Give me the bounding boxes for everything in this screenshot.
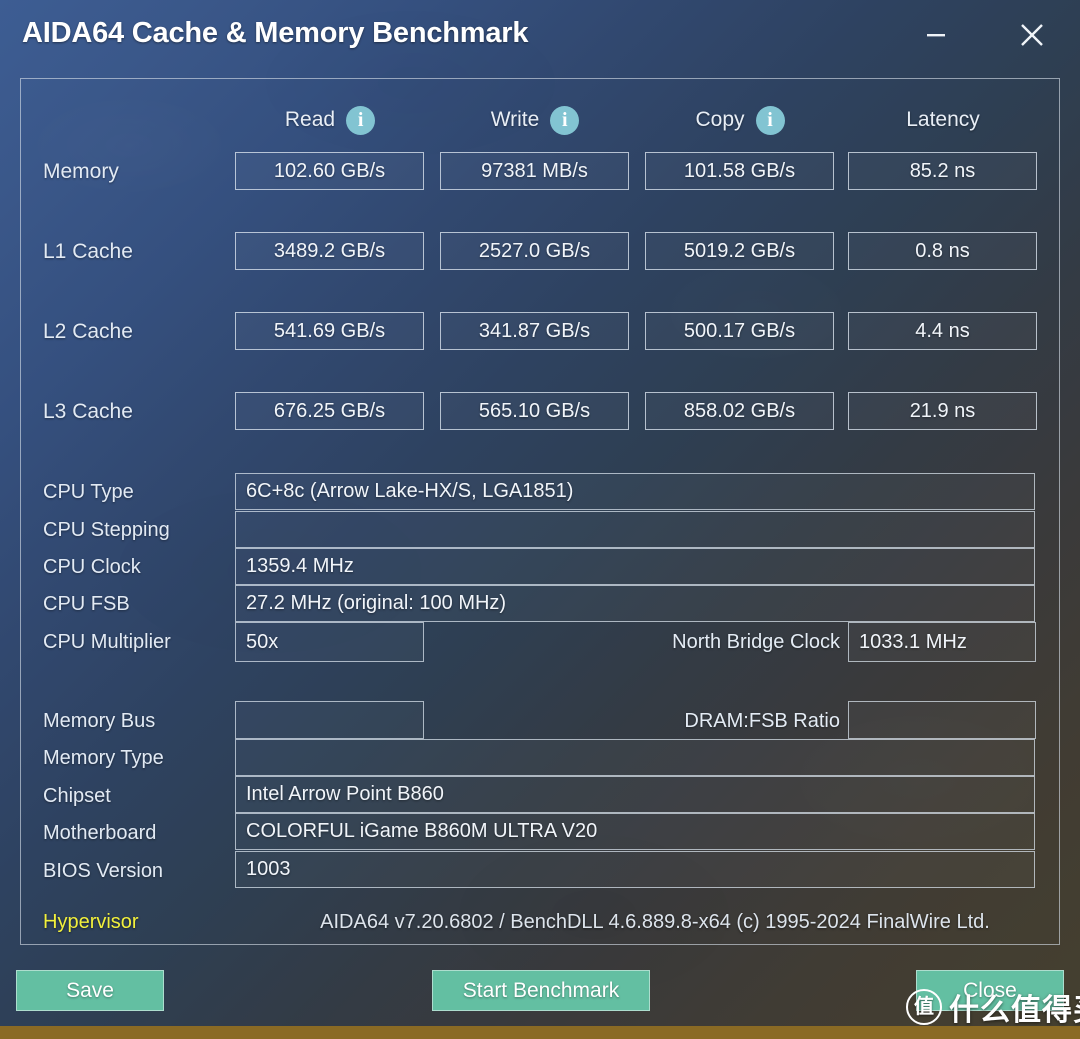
- info-icon-write[interactable]: i: [550, 105, 580, 135]
- start-benchmark-button[interactable]: Start Benchmark: [432, 970, 650, 1011]
- value-l1-latency: 0.8 ns: [848, 232, 1037, 270]
- label-motherboard: Motherboard: [43, 822, 157, 844]
- value-memory-copy: 101.58 GB/s: [645, 152, 834, 190]
- value-chipset: Intel Arrow Point B860: [235, 776, 1035, 813]
- watermark-text: 什么值得买: [949, 994, 1080, 1027]
- row-label-l2-cache: L2 Cache: [43, 320, 133, 343]
- column-label-write: Write: [490, 108, 540, 131]
- label-cpu-multiplier: CPU Multiplier: [43, 631, 171, 653]
- column-header-write: Write i: [440, 103, 630, 137]
- value-cpu-type: 6C+8c (Arrow Lake-HX/S, LGA1851): [235, 473, 1035, 510]
- column-label-read: Read: [284, 108, 336, 131]
- info-icon-read[interactable]: i: [346, 105, 376, 135]
- minimize-button[interactable]: [914, 14, 958, 56]
- hypervisor-label: Hypervisor: [43, 911, 139, 933]
- value-north-bridge-clock: 1033.1 MHz: [848, 622, 1036, 662]
- column-header-latency: Latency: [848, 103, 1038, 137]
- value-dram-fsb-ratio: [848, 701, 1036, 739]
- value-memory-type: [235, 739, 1035, 776]
- value-memory-write: 97381 MB/s: [440, 152, 629, 190]
- label-chipset: Chipset: [43, 785, 111, 807]
- column-header-read: Read i: [235, 103, 425, 137]
- row-label-memory: Memory: [43, 160, 119, 183]
- value-cpu-clock: 1359.4 MHz: [235, 548, 1035, 585]
- version-info-text: AIDA64 v7.20.6802 / BenchDLL 4.6.889.8-x…: [320, 911, 990, 933]
- row-label-l3-cache: L3 Cache: [43, 400, 133, 423]
- value-l1-read: 3489.2 GB/s: [235, 232, 424, 270]
- label-cpu-clock: CPU Clock: [43, 556, 141, 578]
- window-title: AIDA64 Cache & Memory Benchmark: [22, 17, 529, 49]
- info-icon-copy[interactable]: i: [755, 105, 785, 135]
- value-memory-latency: 85.2 ns: [848, 152, 1037, 190]
- label-memory-type: Memory Type: [43, 747, 164, 769]
- value-l3-read: 676.25 GB/s: [235, 392, 424, 430]
- label-cpu-fsb: CPU FSB: [43, 593, 130, 615]
- value-l2-latency: 4.4 ns: [848, 312, 1037, 350]
- value-bios-version: 1003: [235, 851, 1035, 888]
- close-button[interactable]: [1010, 14, 1054, 56]
- title-bar: AIDA64 Cache & Memory Benchmark: [0, 0, 1080, 70]
- value-l3-copy: 858.02 GB/s: [645, 392, 834, 430]
- value-cpu-stepping: [235, 511, 1035, 548]
- close-icon: [1021, 24, 1043, 46]
- value-l3-latency: 21.9 ns: [848, 392, 1037, 430]
- row-label-l1-cache: L1 Cache: [43, 240, 133, 263]
- label-cpu-type: CPU Type: [43, 481, 134, 503]
- watermark-badge-icon: 值: [906, 989, 942, 1025]
- label-north-bridge-clock: North Bridge Clock: [672, 631, 840, 653]
- label-bios-version: BIOS Version: [43, 860, 164, 882]
- minimize-icon: [927, 34, 945, 37]
- column-label-copy: Copy: [695, 108, 745, 131]
- value-memory-read: 102.60 GB/s: [235, 152, 424, 190]
- value-memory-bus: [235, 701, 424, 739]
- value-l2-write: 341.87 GB/s: [440, 312, 629, 350]
- value-l2-copy: 500.17 GB/s: [645, 312, 834, 350]
- label-dram-fsb-ratio: DRAM:FSB Ratio: [684, 710, 840, 732]
- value-l3-write: 565.10 GB/s: [440, 392, 629, 430]
- column-header-copy: Copy i: [645, 103, 835, 137]
- value-l1-write: 2527.0 GB/s: [440, 232, 629, 270]
- label-memory-bus: Memory Bus: [43, 710, 156, 732]
- value-cpu-multiplier: 50x: [235, 622, 424, 662]
- save-button[interactable]: Save: [16, 970, 164, 1011]
- value-l2-read: 541.69 GB/s: [235, 312, 424, 350]
- aida64-benchmark-window: AIDA64 Cache & Memory Benchmark Read i W…: [0, 0, 1080, 1039]
- watermark: 值 什么值得买: [906, 985, 1080, 1029]
- value-l1-copy: 5019.2 GB/s: [645, 232, 834, 270]
- label-cpu-stepping: CPU Stepping: [43, 519, 170, 541]
- column-label-latency: Latency: [906, 108, 980, 131]
- value-cpu-fsb: 27.2 MHz (original: 100 MHz): [235, 585, 1035, 622]
- value-motherboard: COLORFUL iGame B860M ULTRA V20: [235, 813, 1035, 850]
